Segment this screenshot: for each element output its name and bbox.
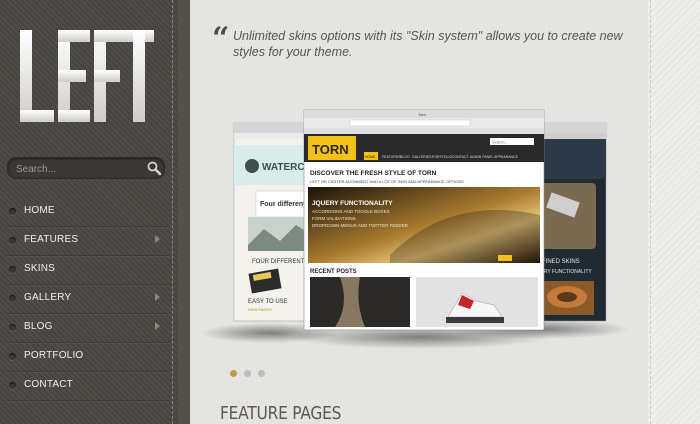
nav-item-label: SKINS xyxy=(24,263,56,274)
submenu-arrow-icon xyxy=(155,322,160,330)
bullet-icon xyxy=(9,353,16,360)
torn-nav-item: GALLERIES xyxy=(412,155,432,159)
watercolor-caption: FOUR DIFFERENT S xyxy=(252,259,310,265)
nav-item-features[interactable]: FEATURES xyxy=(6,227,170,256)
slider-dot-active[interactable] xyxy=(230,370,237,377)
sidebar-stitch-divider xyxy=(172,0,173,424)
main-navigation: HOME FEATURES SKINS GALLERY BLOG PORTFOL… xyxy=(6,198,170,401)
submenu-arrow-icon xyxy=(155,293,160,301)
torn-nav-item: PORTFOLIO xyxy=(432,155,452,159)
torn-subheading: LEFT OR CENTER ALIGNMENT AND A LOT OF SK… xyxy=(310,179,464,184)
torn-nav-item: APPEARANCE xyxy=(494,155,519,159)
quote-mark-icon: “ xyxy=(212,21,230,56)
torn-banner-line: DROPDOWN MENUS AND TWITTER FEEDER xyxy=(312,223,409,228)
torn-heading: DISCOVER THE FRESH STYLE OF TORN xyxy=(310,170,437,177)
bullet-icon xyxy=(9,324,16,331)
torn-logo-text: TORN xyxy=(312,142,349,157)
watercolor-logo-icon xyxy=(245,159,259,173)
search-box xyxy=(7,157,165,179)
watercolor-link-text: WEB PAGES xyxy=(248,307,272,312)
skin-preview-slider[interactable]: WATERCOLOR Four different SK FOUR DIFFER… xyxy=(190,105,648,365)
torn-nav-item: ADMIN PANEL xyxy=(470,155,494,159)
torn-banner-pager xyxy=(498,255,512,261)
torn-nav-item: CONTACT xyxy=(452,155,470,159)
nav-item-label: CONTACT xyxy=(24,379,73,390)
slider-dot[interactable] xyxy=(258,370,265,377)
nav-item-label: PORTFOLIO xyxy=(24,350,84,361)
bullet-icon xyxy=(9,208,16,215)
bullet-icon xyxy=(9,295,16,302)
nav-item-portfolio[interactable]: PORTFOLIO xyxy=(6,343,170,372)
front-skin-preview[interactable]: Torn TORN HOME FEATURES BLOG GALLERIES P… xyxy=(303,109,545,331)
torn-nav-item: FEATURES xyxy=(382,155,401,159)
nav-item-label: GALLERY xyxy=(24,292,72,303)
right-sub-caption: JERY FUNCTIONALITY xyxy=(538,269,592,275)
nav-item-contact[interactable]: CONTACT xyxy=(6,372,170,401)
feature-pages-heading: FEATURE PAGES xyxy=(220,403,342,424)
right-machine-image xyxy=(540,183,596,249)
torn-banner-line: FORM VALIDATIONS xyxy=(312,216,356,221)
nav-item-label: BLOG xyxy=(24,321,53,332)
browser-address-bar xyxy=(349,119,471,127)
torn-nav-item: BLOG xyxy=(400,155,410,159)
bullet-icon xyxy=(9,382,16,389)
browser-window-title: Torn xyxy=(418,112,426,117)
right-edge xyxy=(648,0,700,424)
skin-quote-text: Unlimited skins options with its "Skin s… xyxy=(233,29,623,59)
torn-banner-line: ACCORDIONS AND TOGGLE BOXES xyxy=(312,209,390,214)
nav-item-skins[interactable]: SKINS xyxy=(6,256,170,285)
submenu-arrow-icon xyxy=(155,235,160,243)
site-logo[interactable] xyxy=(20,30,154,122)
nav-item-label: HOME xyxy=(24,205,55,216)
sidebar-edge xyxy=(178,0,190,424)
torn-nav-item: HOME xyxy=(365,155,376,159)
slider-dot[interactable] xyxy=(244,370,251,377)
nav-item-home[interactable]: HOME xyxy=(6,198,170,227)
torn-recent-posts-heading: RECENT POSTS xyxy=(310,269,357,275)
bullet-icon xyxy=(9,266,16,273)
nav-item-gallery[interactable]: GALLERY xyxy=(6,285,170,314)
torn-banner-title: JQUERY FUNCTIONALITY xyxy=(312,200,393,207)
nav-item-label: FEATURES xyxy=(24,234,79,245)
search-input[interactable] xyxy=(14,160,138,178)
search-icon[interactable] xyxy=(146,160,162,176)
torn-search-placeholder: Search... xyxy=(492,140,508,145)
bullet-icon xyxy=(9,237,16,244)
right-stitch-divider xyxy=(650,0,651,424)
nav-item-blog[interactable]: BLOG xyxy=(6,314,170,343)
watercolor-easy-text: EASY TO USE xyxy=(248,299,288,305)
